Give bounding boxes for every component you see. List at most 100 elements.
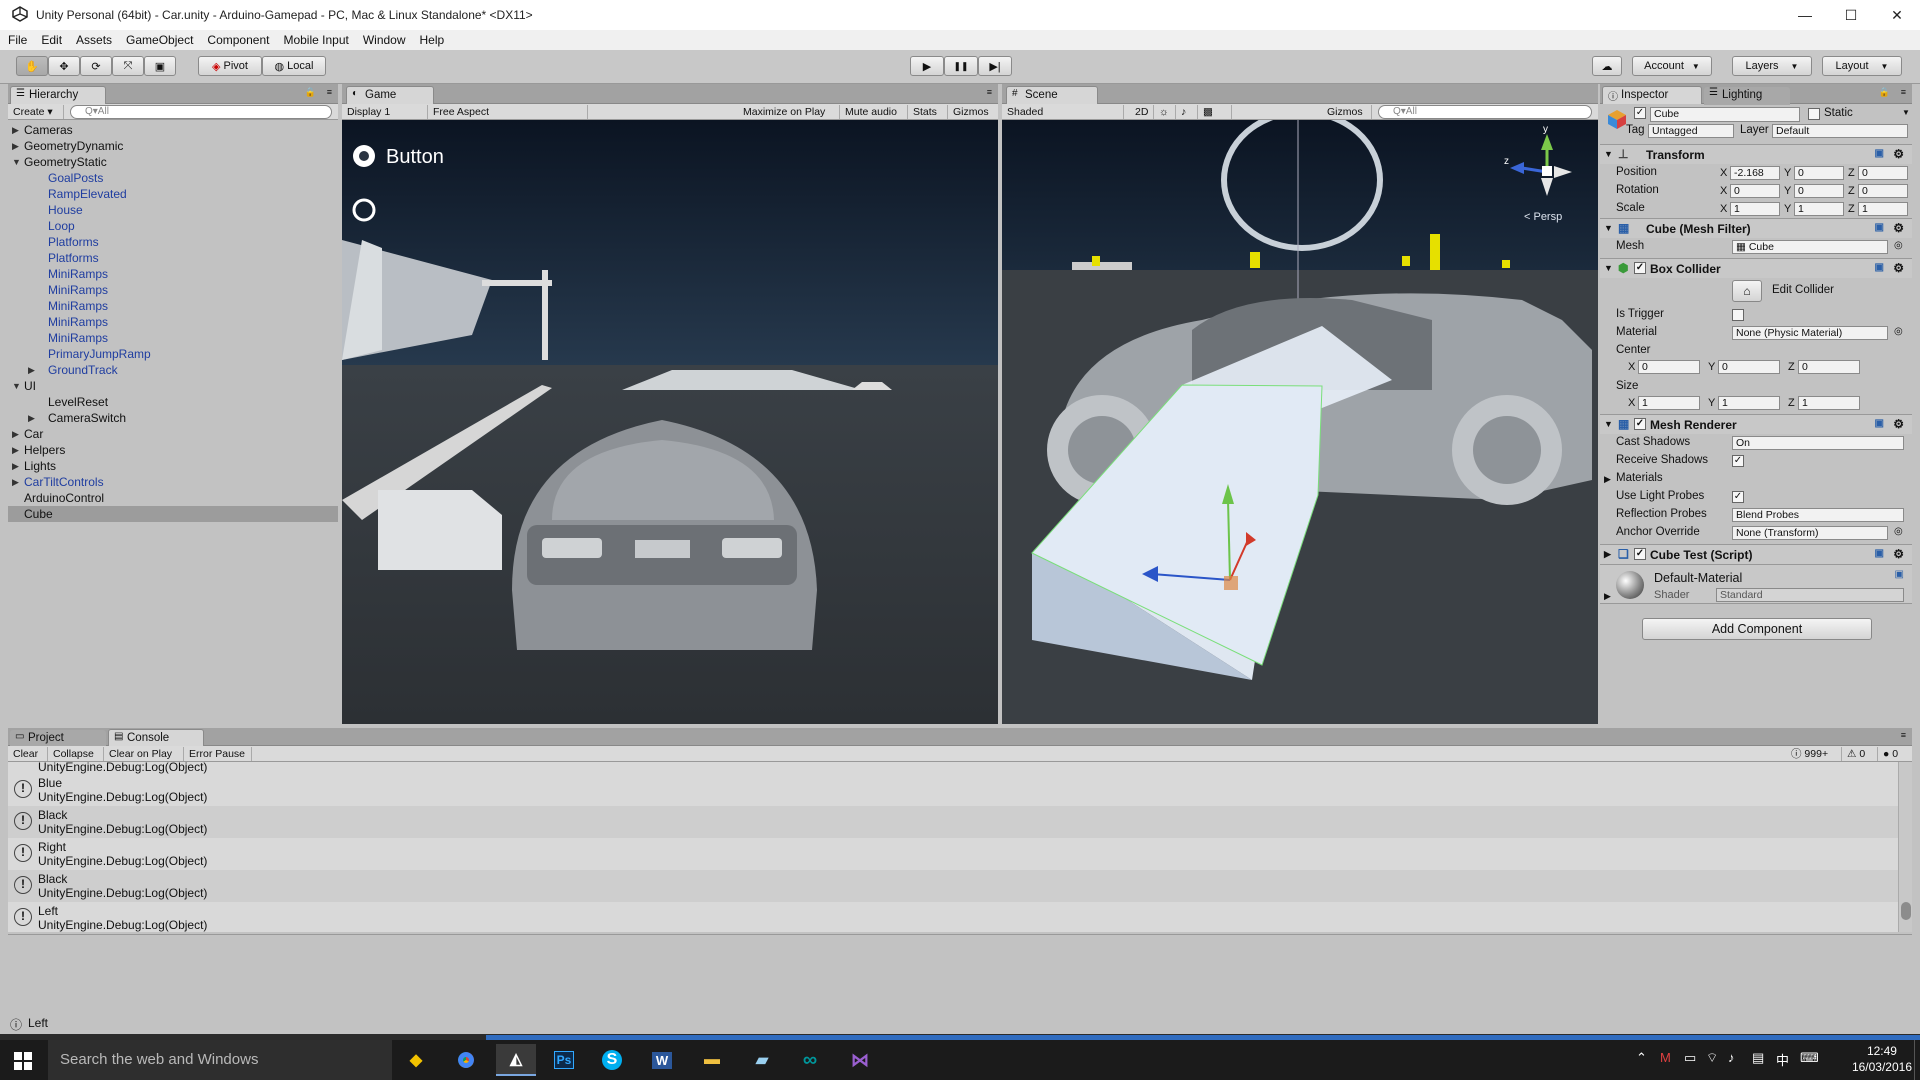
help-icon[interactable]: ▣ <box>1875 262 1884 273</box>
rect-tool-button[interactable]: ▣ <box>144 56 176 76</box>
layout-dropdown[interactable]: Layout ▼ <box>1822 56 1902 76</box>
notepad-icon[interactable]: ▰ <box>742 1044 782 1076</box>
lock-icon[interactable]: 🔒 <box>305 87 316 98</box>
reflection-probes-dropdown[interactable]: Blend Probes <box>1732 508 1904 522</box>
scene-search-input[interactable]: Q▾All <box>1378 105 1592 119</box>
hierarchy-search-input[interactable]: Q▾All <box>70 105 332 119</box>
hierarchy-item[interactable]: MiniRamps <box>8 266 338 282</box>
hierarchy-item[interactable]: LevelReset <box>8 394 338 410</box>
foldout-arrow-icon[interactable]: ▶ <box>12 474 19 490</box>
materials-row[interactable]: ▶ Materials <box>1600 470 1912 488</box>
foldout-arrow-icon[interactable]: ▶ <box>1604 591 1611 602</box>
chrome-icon[interactable] <box>446 1044 486 1076</box>
foldout-arrow-icon[interactable]: ▶ <box>12 458 19 474</box>
hierarchy-item[interactable]: ArduinoControl <box>8 490 338 506</box>
size-z-field[interactable]: 1 <box>1798 396 1860 410</box>
help-icon[interactable]: ▣ <box>1875 418 1884 429</box>
hierarchy-item[interactable]: MiniRamps <box>8 298 338 314</box>
box-collider-header[interactable]: ▼ ⬢ ✓ Box Collider ▣ ⚙ <box>1600 258 1912 278</box>
hierarchy-item[interactable]: House <box>8 202 338 218</box>
hierarchy-item[interactable]: PrimaryJumpRamp <box>8 346 338 362</box>
menu-file[interactable]: File <box>8 33 27 47</box>
scene-viewport[interactable]: y z < Persp <box>1002 120 1598 724</box>
audio-toggle[interactable]: ♪ <box>1176 105 1198 119</box>
foldout-arrow-icon[interactable]: ▼ <box>12 154 21 170</box>
scene-gizmos-dropdown[interactable]: Gizmos <box>1322 105 1372 119</box>
persp-label[interactable]: < Persp <box>1524 211 1562 223</box>
foldout-arrow-icon[interactable]: ▶ <box>28 362 35 378</box>
transform-header[interactable]: ▼ ⊥ Transform ▣ ⚙ <box>1600 144 1912 164</box>
maximize-button[interactable]: ☐ <box>1828 0 1874 30</box>
hierarchy-item[interactable]: ▼ UI <box>8 378 338 394</box>
menu-assets[interactable]: Assets <box>76 33 112 47</box>
layer-dropdown[interactable]: Default <box>1772 124 1908 138</box>
clear-button[interactable]: Clear <box>8 747 48 761</box>
hierarchy-item[interactable]: ▶ Cameras <box>8 122 338 138</box>
mesh-filter-header[interactable]: ▼ ▦ Cube (Mesh Filter) ▣ ⚙ <box>1600 218 1912 238</box>
hierarchy-item[interactable]: Platforms <box>8 234 338 250</box>
object-name-field[interactable]: Cube <box>1650 107 1800 122</box>
tab-game[interactable]: ◐ Game <box>346 86 434 104</box>
anchor-override-field[interactable]: None (Transform) <box>1732 526 1888 540</box>
gear-icon[interactable]: ⚙ <box>1893 221 1904 235</box>
antivirus-tray-icon[interactable]: M <box>1660 1050 1671 1065</box>
rotation-y-field[interactable]: 0 <box>1794 184 1844 198</box>
hierarchy-item[interactable]: MiniRamps <box>8 314 338 330</box>
gear-icon[interactable]: ⚙ <box>1893 147 1904 161</box>
log-count-toggle[interactable]: ⓘ 999+ <box>1786 747 1842 761</box>
keyboard-icon[interactable]: ⌨ <box>1800 1050 1819 1066</box>
scale-y-field[interactable]: 1 <box>1794 202 1844 216</box>
taskbar-search-input[interactable]: Search the web and Windows <box>48 1040 392 1080</box>
receive-shadows-checkbox[interactable]: ✓ <box>1732 455 1744 467</box>
size-x-field[interactable]: 1 <box>1638 396 1700 410</box>
layers-dropdown[interactable]: Layers ▼ <box>1732 56 1812 76</box>
tray-chevron-icon[interactable]: ⌃ <box>1636 1050 1647 1066</box>
aspect-dropdown[interactable]: Free Aspect <box>428 105 588 119</box>
edit-collider-button[interactable]: ⌂ <box>1732 280 1762 302</box>
help-icon[interactable]: ▣ <box>1895 569 1904 580</box>
mesh-renderer-header[interactable]: ▼ ▦ ✓ Mesh Renderer ▣ ⚙ <box>1600 414 1912 434</box>
move-tool-button[interactable]: ✥ <box>48 56 80 76</box>
hierarchy-item[interactable]: GoalPosts <box>8 170 338 186</box>
hierarchy-item[interactable]: RampElevated <box>8 186 338 202</box>
console-log-entry[interactable]: ! Black UnityEngine.Debug:Log(Object) <box>8 870 1898 902</box>
light-probes-checkbox[interactable]: ✓ <box>1732 491 1744 503</box>
tab-console[interactable]: ▤ Console <box>108 729 204 746</box>
console-log-entry[interactable]: ! Right UnityEngine.Debug:Log(Object) <box>8 838 1898 870</box>
hierarchy-item[interactable]: Platforms <box>8 250 338 266</box>
hierarchy-item[interactable]: ▶ Lights <box>8 458 338 474</box>
rotation-x-field[interactable]: 0 <box>1730 184 1780 198</box>
tab-lighting[interactable]: ☰ Lighting <box>1704 87 1790 105</box>
position-x-field[interactable]: -2.168 <box>1730 166 1780 180</box>
pause-button[interactable]: ❚❚ <box>944 56 978 76</box>
add-component-button[interactable]: Add Component <box>1642 618 1872 640</box>
gear-icon[interactable]: ⚙ <box>1893 547 1904 561</box>
gear-icon[interactable]: ⚙ <box>1893 261 1904 275</box>
minimize-button[interactable]: — <box>1782 0 1828 30</box>
collapse-toggle[interactable]: Collapse <box>48 747 104 761</box>
clear-on-play-toggle[interactable]: Clear on Play <box>104 747 184 761</box>
ime-indicator[interactable]: 中 <box>1776 1050 1789 1069</box>
hierarchy-item[interactable]: MiniRamps <box>8 282 338 298</box>
hierarchy-item[interactable]: ▶ GroundTrack <box>8 362 338 378</box>
action-center-icon[interactable]: ▤ <box>1752 1050 1764 1066</box>
foldout-arrow-icon[interactable]: ▶ <box>28 410 35 426</box>
static-dropdown-arrow-icon[interactable]: ▼ <box>1902 108 1910 117</box>
hierarchy-item[interactable]: ▶ GeometryDynamic <box>8 138 338 154</box>
panel-menu-icon[interactable]: ≡ <box>987 87 992 97</box>
console-log-entry[interactable]: ! Black UnityEngine.Debug:Log(Object) <box>8 806 1898 838</box>
skype-icon[interactable]: S <box>592 1044 632 1076</box>
maximize-on-play-toggle[interactable]: Maximize on Play <box>738 105 840 119</box>
center-z-field[interactable]: 0 <box>1798 360 1860 374</box>
stats-toggle[interactable]: Stats <box>908 105 948 119</box>
shading-dropdown[interactable]: Shaded <box>1002 105 1124 119</box>
menu-component[interactable]: Component <box>207 33 269 47</box>
hierarchy-item[interactable]: MiniRamps <box>8 330 338 346</box>
close-button[interactable]: ✕ <box>1874 0 1920 30</box>
center-y-field[interactable]: 0 <box>1718 360 1780 374</box>
panel-menu-icon[interactable]: ≡ <box>327 87 332 97</box>
visual-studio-icon[interactable]: ⋈ <box>840 1044 880 1076</box>
rotate-tool-button[interactable]: ⟳ <box>80 56 112 76</box>
account-dropdown[interactable]: Account ▼ <box>1632 56 1712 76</box>
lock-icon[interactable]: 🔒 <box>1879 87 1890 98</box>
